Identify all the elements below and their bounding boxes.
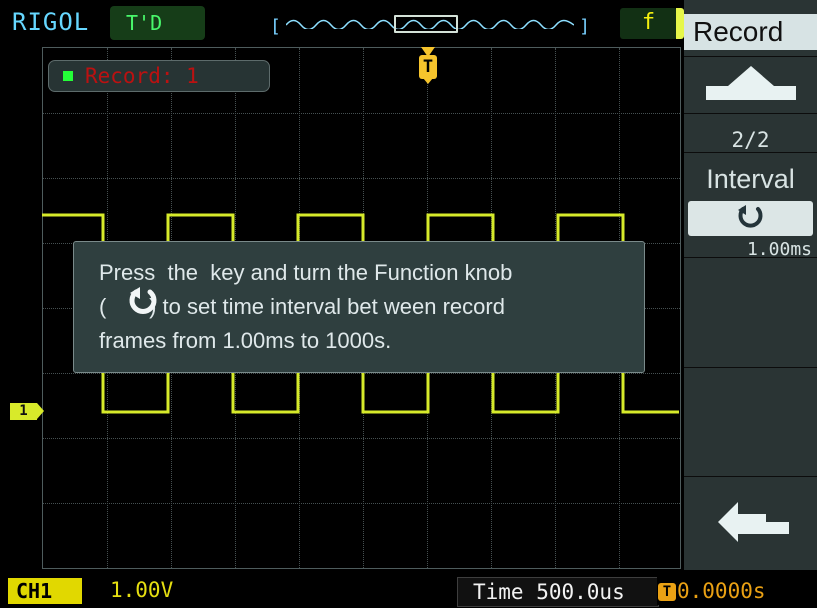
up-arrow-icon[interactable] (706, 66, 796, 100)
acquisition-status: T'D (110, 6, 205, 40)
memory-left-bracket: [ (270, 16, 281, 37)
help-line-3: frames from 1.00ms to 1000s. (99, 328, 392, 353)
trigger-mode-accent (676, 8, 684, 39)
brand-label: RIGOL (12, 8, 90, 36)
trigger-marker-tail (423, 78, 433, 84)
trigger-delay: T 0.0000s (657, 577, 817, 605)
interval-menu-label[interactable]: Interval (684, 161, 817, 197)
record-status-icon (63, 71, 73, 81)
bottom-status-bar: CH1 1.00V Time 500.0us T 0.0000s (0, 570, 817, 608)
trigger-marker-icon: T (418, 47, 438, 89)
memory-right-bracket: ] (579, 16, 590, 37)
softkey-panel: Record 2/2 Interval 1.00ms (684, 0, 817, 608)
trigger-delay-icon: T (658, 583, 676, 601)
channel-1-voltage: 1.00V (110, 578, 174, 602)
menu-separator (684, 113, 817, 114)
help-message: Press the key and turn the Function knob… (73, 241, 645, 373)
menu-separator (684, 476, 817, 477)
menu-title: Record (684, 14, 817, 50)
interval-value: 1.00ms (746, 239, 812, 260)
time-base: Time 500.0us (457, 577, 659, 607)
memory-window (394, 15, 458, 33)
memory-strip: [ ] (270, 10, 590, 37)
trigger-delay-value: 0.0000s (677, 579, 766, 603)
channel-marker-icon: 1 (10, 403, 44, 420)
trigger-mode-icon: f (641, 10, 656, 35)
interval-control-button[interactable] (688, 201, 813, 236)
menu-separator (684, 152, 817, 153)
record-badge: Record: 1 (48, 60, 270, 92)
function-knob-icon (738, 205, 763, 228)
menu-page-indicator: 2/2 (731, 128, 770, 152)
channel-1-chip: CH1 (8, 578, 82, 604)
trigger-mode-chip: f (620, 8, 684, 39)
function-knob-icon (129, 287, 157, 314)
help-line-1: Press the key and turn the Function knob (99, 260, 513, 285)
record-label: Record: 1 (85, 64, 199, 88)
trigger-marker-label: T (419, 55, 437, 79)
menu-separator (684, 56, 817, 57)
back-arrow-icon[interactable] (714, 498, 789, 546)
menu-separator (684, 367, 817, 368)
